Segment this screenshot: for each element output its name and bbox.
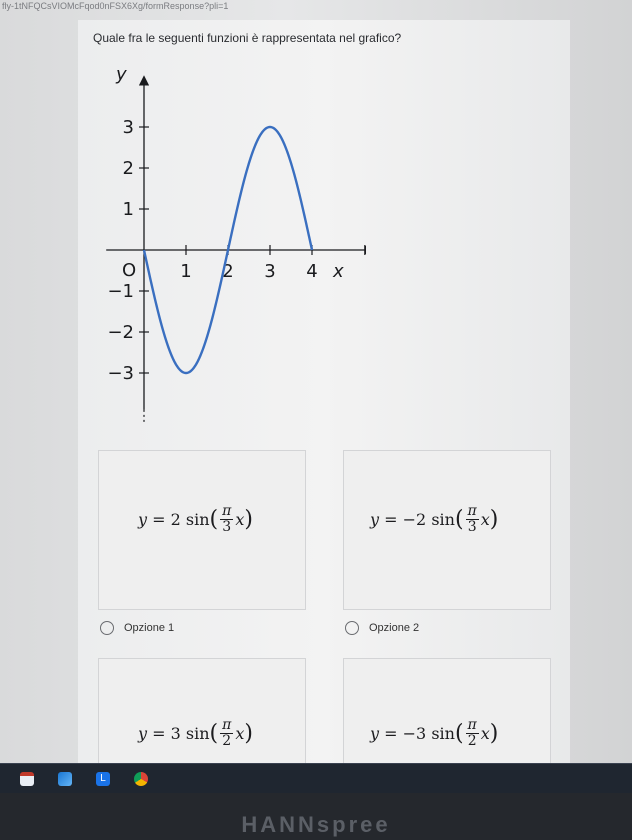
address-bar[interactable]: fly-1tNFQCsVIOMcFqod0nFSX6Xg/formRespons…: [0, 0, 632, 12]
x-tick-label: 4: [306, 261, 317, 282]
y-tick-label: −3: [107, 363, 134, 384]
chrome-icon[interactable]: [134, 772, 148, 786]
x-tick-label: 3: [264, 261, 275, 282]
y-tick-label: 2: [123, 158, 134, 179]
option-2-formula: y = −2 sin(π 3 x): [370, 503, 499, 535]
option-1-choice[interactable]: Opzione 1: [100, 621, 174, 635]
calendar-icon[interactable]: [20, 772, 34, 786]
question-title: Quale fra le seguenti funzioni è rappres…: [93, 31, 402, 45]
option-4-formula: y = −3 sin(π 2 x): [370, 717, 499, 749]
option-2-label: Opzione 2: [369, 622, 420, 634]
taskbar: L: [0, 763, 632, 794]
lens-icon[interactable]: L: [96, 772, 110, 786]
origin-label: O: [122, 260, 136, 281]
outlook-icon[interactable]: [58, 772, 72, 786]
y-tick-label: −1: [107, 281, 134, 302]
y-tick-label: 1: [123, 199, 134, 220]
monitor-brand: HANNspree: [241, 812, 391, 837]
y-tick-label: 3: [123, 117, 134, 138]
option-2-choice[interactable]: Opzione 2: [345, 621, 419, 635]
option-2-radio[interactable]: [345, 621, 359, 635]
y-axis-label: y: [115, 64, 127, 85]
option-1-radio[interactable]: [100, 621, 114, 635]
y-tick-label: −2: [107, 322, 134, 343]
x-axis-label: x: [332, 261, 344, 282]
x-tick-label: 1: [180, 261, 191, 282]
option-1-formula: y = 2 sin(π 3 x): [138, 503, 253, 535]
screen: fly-1tNFQCsVIOMcFqod0nFSX6Xg/formRespons…: [0, 0, 632, 765]
option-3-formula: y = 3 sin(π 2 x): [138, 717, 253, 749]
function-graph: 1 2 3 4321−1−2−3 x y O: [106, 64, 366, 422]
option-1-label: Opzione 1: [124, 622, 175, 634]
